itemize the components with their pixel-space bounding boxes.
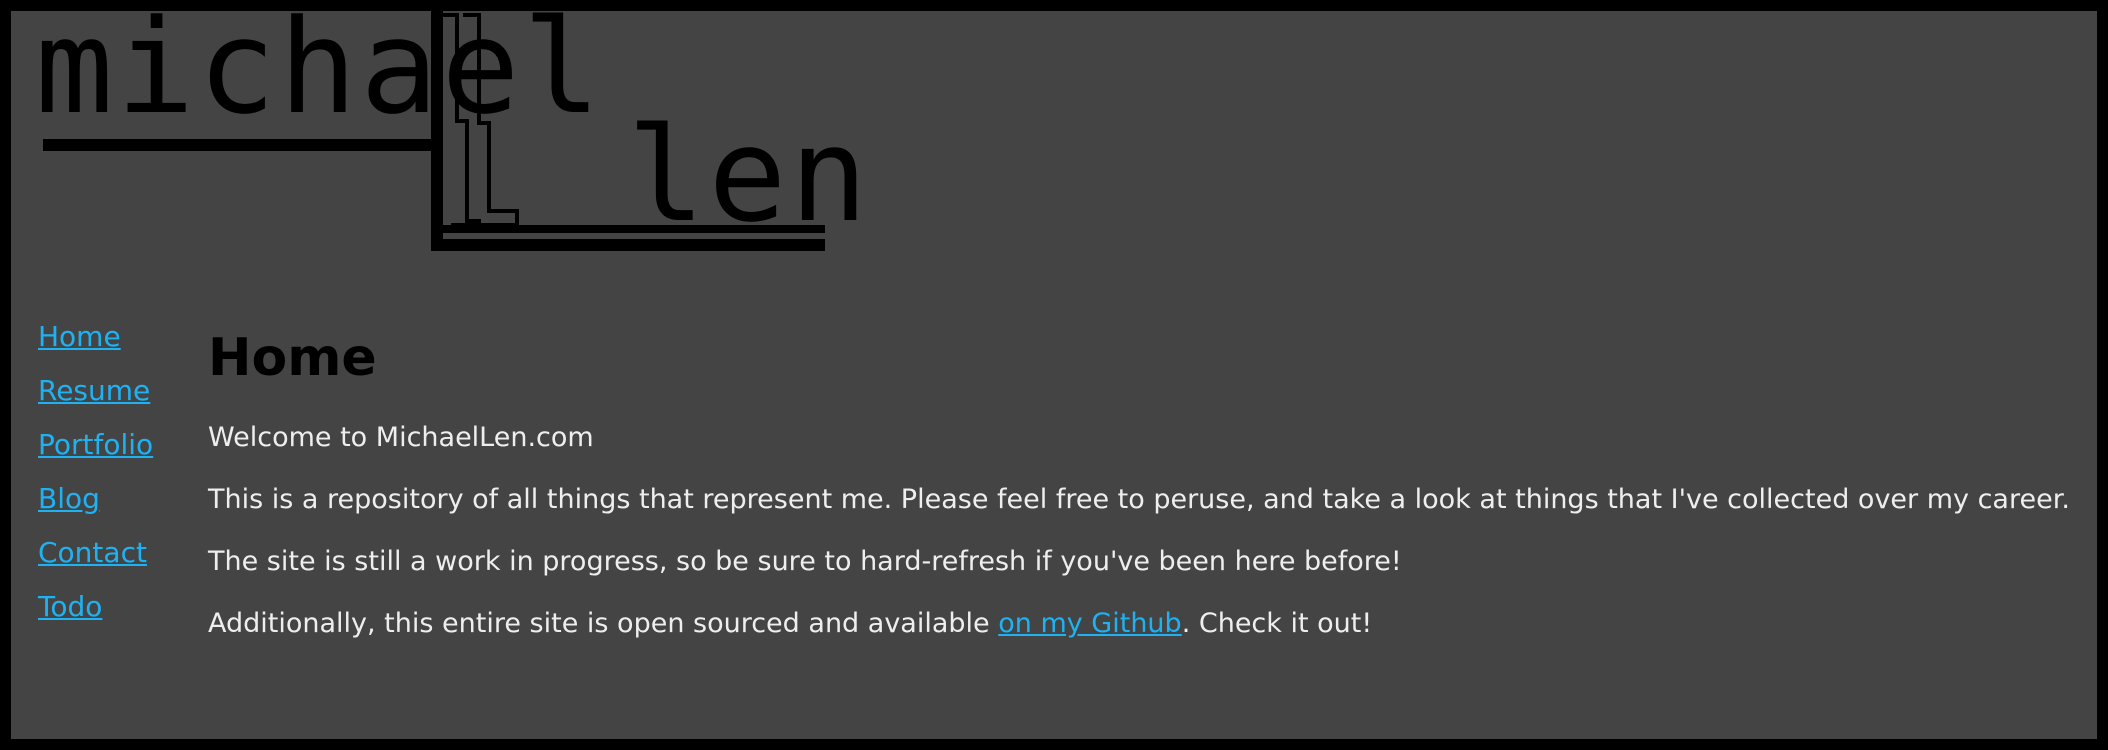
- github-link[interactable]: on my Github: [998, 608, 1181, 639]
- logo-text-michael: michael: [35, 11, 604, 143]
- nav-link-todo[interactable]: Todo: [38, 588, 188, 626]
- intro-paragraph: This is a repository of all things that …: [208, 484, 2070, 515]
- site-logo[interactable]: michael len: [31, 11, 868, 261]
- progress-paragraph: The site is still a work in progress, so…: [208, 546, 1402, 577]
- page-frame: michael len Home Resume Portfolio Blog C…: [11, 11, 2097, 739]
- sidebar-nav: Home Resume Portfolio Blog Contact Todo: [38, 318, 188, 642]
- page-title: Home: [208, 328, 377, 388]
- github-paragraph: Additionally, this entire site is open s…: [208, 605, 2078, 643]
- nav-link-contact[interactable]: Contact: [38, 534, 188, 572]
- nav-link-blog[interactable]: Blog: [38, 480, 188, 518]
- nav-link-portfolio[interactable]: Portfolio: [38, 426, 188, 464]
- github-paragraph-before: Additionally, this entire site is open s…: [208, 608, 999, 639]
- main-content: Home Welcome to MichaelLen.com This is a…: [208, 325, 2078, 667]
- welcome-paragraph: Welcome to MichaelLen.com: [208, 422, 594, 453]
- logo-text-len: len: [627, 99, 871, 251]
- nav-link-resume[interactable]: Resume: [38, 372, 188, 410]
- nav-link-home[interactable]: Home: [38, 318, 188, 356]
- github-paragraph-after: . Check it out!: [1181, 608, 1373, 639]
